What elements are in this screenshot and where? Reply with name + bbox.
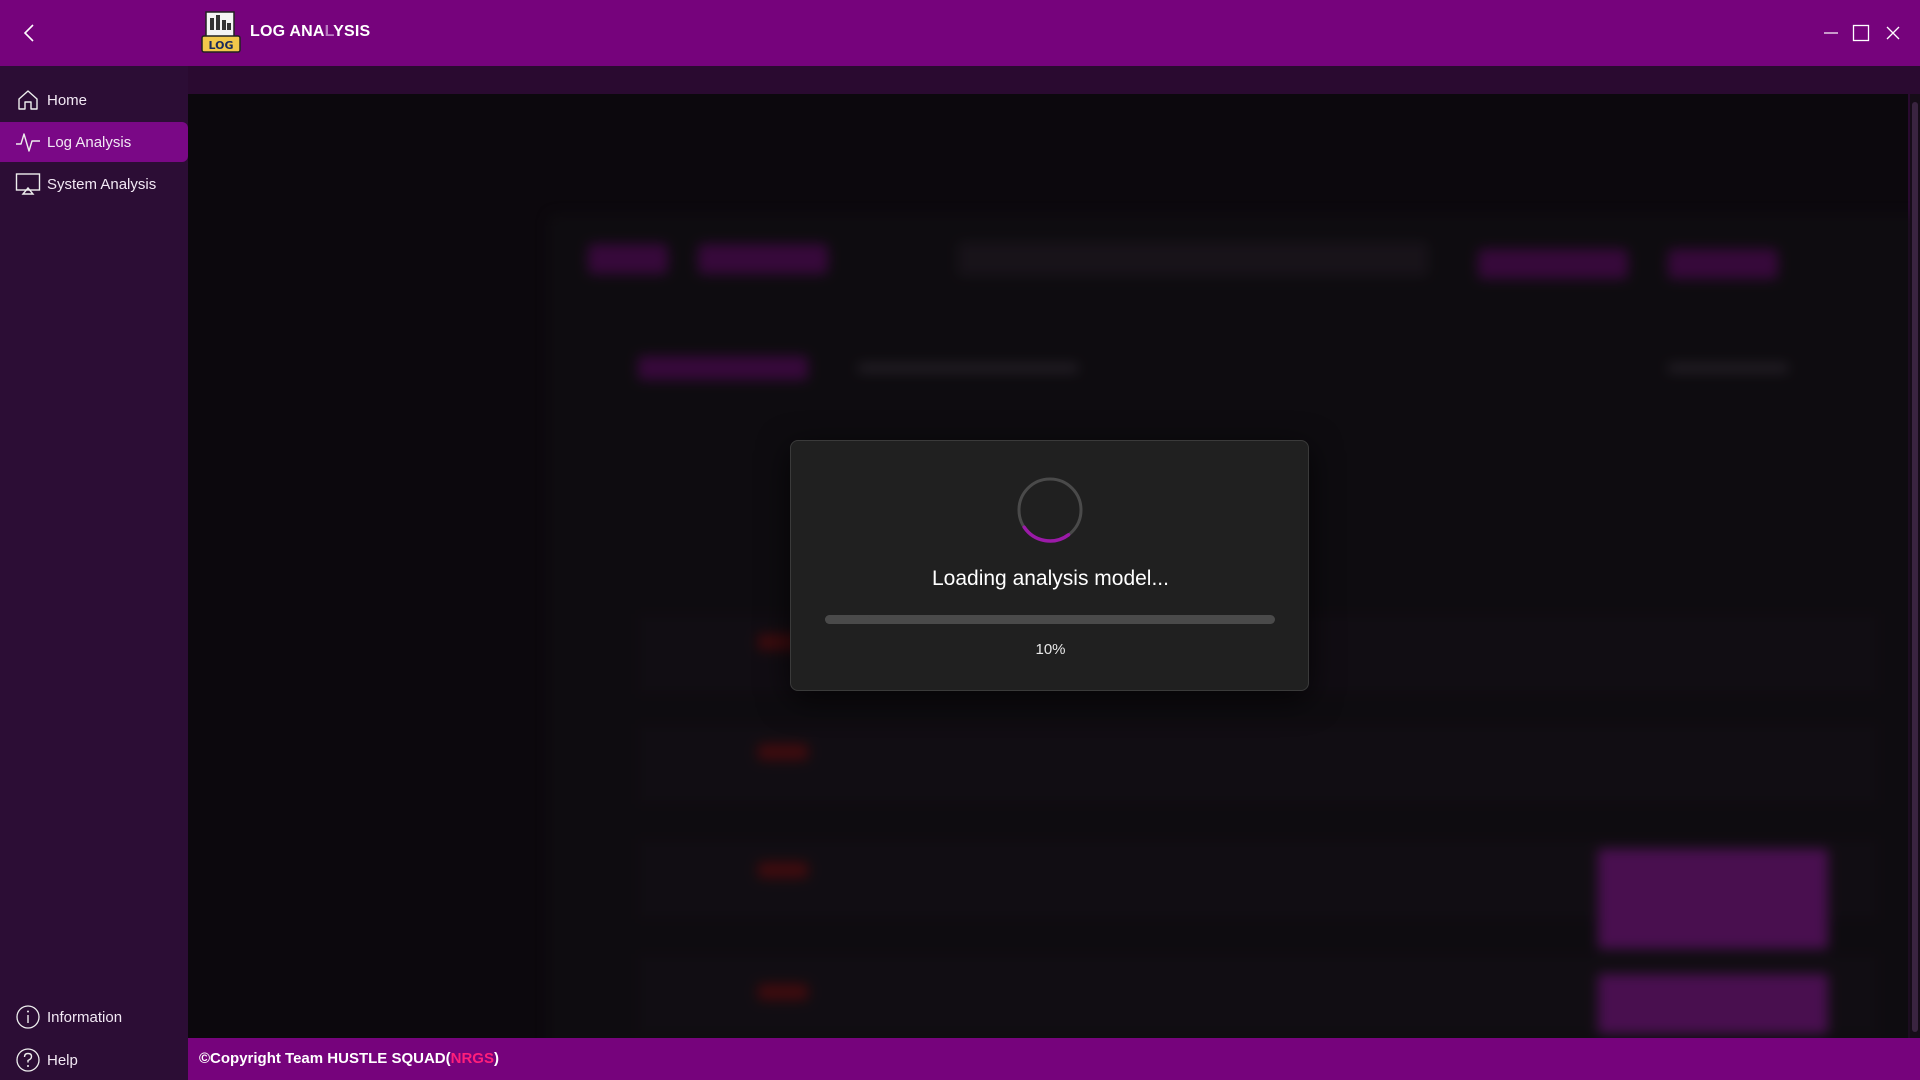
sidebar-item-information[interactable]: Information bbox=[0, 997, 188, 1037]
background-pill bbox=[758, 744, 808, 760]
sidebar-item-log-analysis[interactable]: Log Analysis bbox=[0, 122, 188, 162]
help-icon bbox=[14, 1046, 42, 1074]
footer: ©Copyright Team HUSTLE SQUAD(NRGS) bbox=[188, 1038, 1920, 1080]
progress-bar bbox=[825, 615, 1275, 624]
background-tab bbox=[638, 356, 808, 380]
activity-icon bbox=[14, 128, 42, 156]
close-icon bbox=[1886, 26, 1900, 40]
background-input bbox=[958, 242, 1428, 276]
back-button[interactable] bbox=[14, 16, 44, 50]
background-pill bbox=[758, 984, 808, 1000]
background-highlight bbox=[1598, 849, 1828, 949]
progress-bar-fill bbox=[825, 615, 870, 624]
monitor-icon bbox=[14, 170, 42, 198]
background-button bbox=[698, 244, 828, 274]
background-text bbox=[1668, 364, 1788, 372]
sidebar-item-label: Home bbox=[47, 91, 88, 109]
chevron-left-icon bbox=[23, 24, 34, 42]
maximize-button[interactable] bbox=[1846, 18, 1876, 48]
app-title: LOG ANALYSIS bbox=[250, 23, 371, 40]
sidebar-item-home[interactable]: Home bbox=[0, 80, 188, 120]
app-logo: LOG bbox=[200, 10, 242, 54]
logo-text: LOG bbox=[209, 39, 234, 52]
background-pill bbox=[758, 862, 808, 878]
sidebar-item-label: Log Analysis bbox=[47, 133, 132, 151]
scrollbar-thumb[interactable] bbox=[1912, 102, 1918, 1032]
loading-message: Loading analysis model... bbox=[932, 567, 1169, 590]
background-button bbox=[588, 244, 668, 274]
title-bar: LOG LOG ANALYSIS bbox=[0, 0, 1920, 66]
background-row bbox=[638, 724, 1878, 804]
sidebar-item-help[interactable]: Help bbox=[0, 1040, 188, 1080]
scrollbar[interactable] bbox=[1910, 94, 1920, 1038]
home-icon bbox=[14, 86, 42, 114]
sidebar: Home Log Analysis System Analysis Inform… bbox=[0, 66, 188, 1080]
minimize-button[interactable] bbox=[1816, 18, 1846, 48]
copyright-accent: NRGS bbox=[450, 1050, 494, 1067]
close-button[interactable] bbox=[1878, 18, 1908, 48]
background-button bbox=[1668, 249, 1778, 279]
sidebar-item-label: Help bbox=[47, 1051, 78, 1069]
background-text bbox=[858, 364, 1078, 372]
background-button bbox=[1478, 249, 1628, 279]
copyright-text: ©Copyright Team HUSTLE SQUAD(NRGS) bbox=[199, 1050, 499, 1067]
minimize-icon bbox=[1824, 32, 1838, 34]
sidebar-item-system-analysis[interactable]: System Analysis bbox=[0, 164, 188, 204]
sidebar-item-label: Information bbox=[47, 1008, 123, 1026]
info-icon bbox=[14, 1003, 42, 1031]
progress-percentage: 10% bbox=[1035, 641, 1066, 658]
loading-spinner-icon bbox=[1017, 477, 1083, 543]
sidebar-item-label: System Analysis bbox=[47, 175, 157, 193]
background-highlight bbox=[1598, 974, 1828, 1034]
maximize-icon bbox=[1852, 24, 1870, 42]
loading-dialog: Loading analysis model... 10% bbox=[790, 440, 1309, 691]
